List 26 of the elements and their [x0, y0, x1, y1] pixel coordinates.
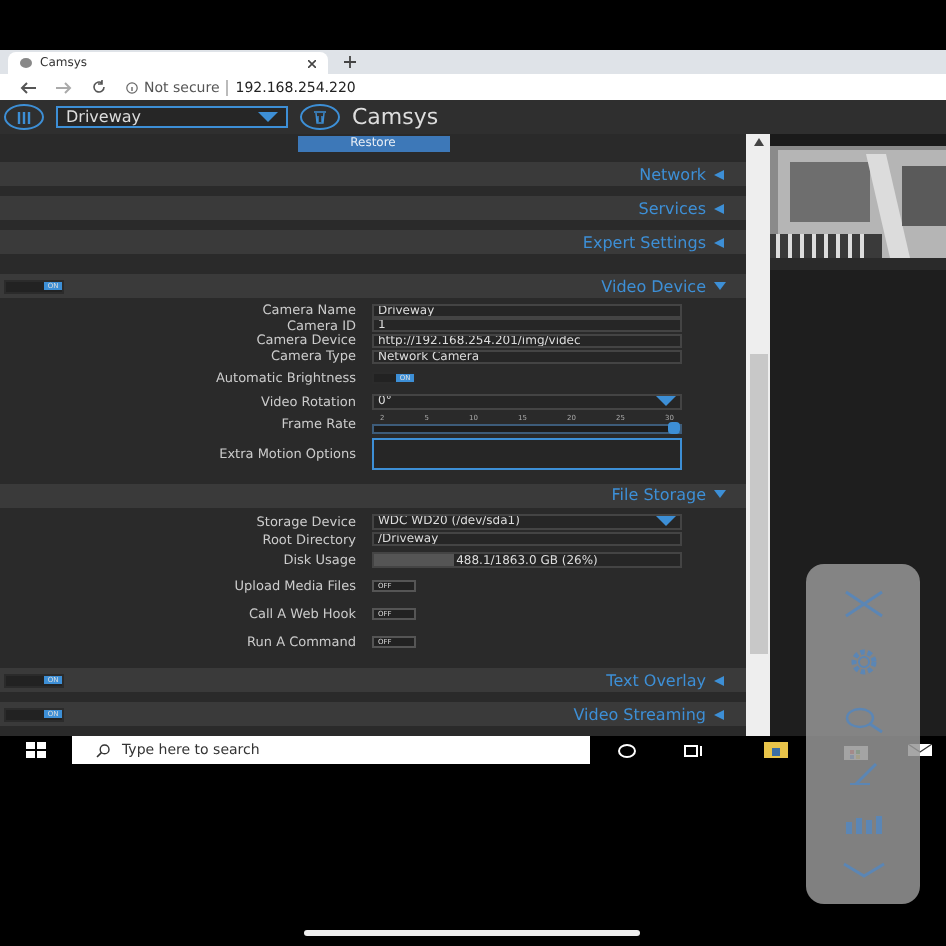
close-icon[interactable]: [308, 59, 316, 67]
delete-button[interactable]: [300, 104, 340, 130]
search-icon: [96, 743, 110, 757]
plus-icon[interactable]: [344, 56, 356, 68]
camera-dropdown[interactable]: Driveway: [56, 106, 288, 128]
task-view-icon[interactable]: [684, 743, 704, 757]
favicon-icon: [20, 58, 32, 68]
info-icon[interactable]: [126, 81, 138, 93]
reload-icon[interactable]: [92, 80, 106, 94]
slider-track[interactable]: [372, 423, 682, 434]
windows-icon[interactable]: [26, 742, 46, 758]
forward-icon[interactable]: [56, 81, 72, 93]
trash-icon: [314, 110, 326, 124]
camera-list-button[interactable]: [4, 104, 44, 130]
text-area[interactable]: [372, 437, 682, 470]
caret-icon: [656, 396, 676, 407]
caret-icon: [258, 112, 278, 122]
caret-icon: [656, 516, 676, 527]
scrollbar[interactable]: [746, 134, 770, 736]
app-title: Camsys: [352, 104, 439, 130]
scroll-up-icon[interactable]: [753, 138, 763, 146]
folder-icon[interactable]: [764, 742, 788, 758]
columns-icon: [16, 111, 32, 123]
slider-thumb[interactable]: [668, 421, 680, 434]
back-icon[interactable]: [20, 81, 36, 93]
circle-icon[interactable]: [618, 743, 636, 757]
